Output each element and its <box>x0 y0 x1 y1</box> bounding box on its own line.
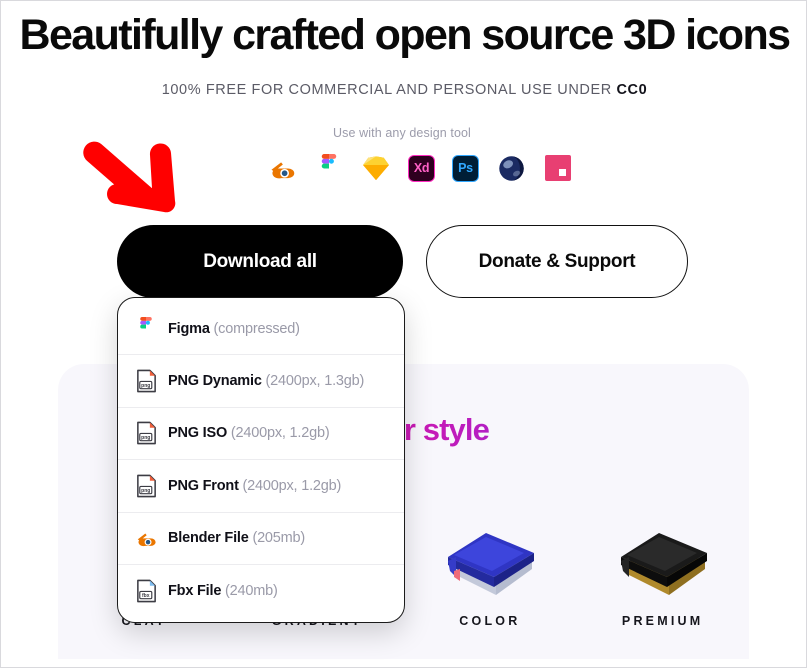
svg-text:png: png <box>141 435 150 441</box>
style-swatch-color[interactable]: COLOR <box>404 504 577 628</box>
style-label-premium: PREMIUM <box>621 614 704 628</box>
png-file-icon: png <box>135 474 157 498</box>
download-option-png-iso[interactable]: png PNG ISO (2400px, 1.2gb) <box>118 408 404 461</box>
download-option-blender-file[interactable]: Blender File (205mb) <box>118 513 404 565</box>
style-swatch-premium[interactable]: PREMIUM <box>576 504 749 628</box>
download-option-png-dynamic[interactable]: png PNG Dynamic (2400px, 1.3gb) <box>118 355 404 408</box>
download-option-label: Fbx File (240mb) <box>168 583 278 600</box>
photoshop-icon: Ps <box>452 154 479 182</box>
sketch-icon <box>361 153 391 183</box>
download-option-label: Blender File (205mb) <box>168 530 306 547</box>
black-gold-book-3d-icon <box>603 504 723 614</box>
blue-book-3d-icon <box>430 504 550 614</box>
download-option-label: PNG Front (2400px, 1.2gb) <box>168 477 342 494</box>
style-label-color: COLOR <box>459 614 521 628</box>
svg-text:fbx: fbx <box>142 593 150 599</box>
download-option-figma[interactable]: Figma (compressed) <box>118 303 404 356</box>
download-all-button[interactable]: Download all <box>117 225 403 298</box>
png-file-icon: png <box>135 369 157 393</box>
figma-icon <box>135 317 157 341</box>
design-tools-row: Xd Ps <box>267 153 573 183</box>
license-subtitle-prefix: 100% FREE FOR COMMERCIAL AND PERSONAL US… <box>161 82 617 98</box>
fbx-file-icon: fbx <box>135 579 157 603</box>
donate-support-button[interactable]: Donate & Support <box>426 225 688 298</box>
download-option-label: PNG Dynamic (2400px, 1.3gb) <box>168 373 365 390</box>
download-option-png-front[interactable]: png PNG Front (2400px, 1.2gb) <box>118 460 404 513</box>
blender-icon <box>267 153 297 183</box>
page-title: Beautifully crafted open source 3D icons <box>19 11 792 59</box>
figma-icon <box>314 153 344 183</box>
svg-text:png: png <box>141 488 150 494</box>
design-tools-caption: Use with any design tool <box>333 126 471 140</box>
cinema4d-icon <box>496 153 526 183</box>
page-root: Beautifully crafted open source 3D icons… <box>0 0 807 668</box>
png-file-icon: png <box>135 421 157 445</box>
download-option-fbx-file[interactable]: fbx Fbx File (240mb) <box>118 565 404 617</box>
download-option-label: PNG ISO (2400px, 1.2gb) <box>168 425 330 442</box>
red-arrow-annotation-icon <box>83 141 176 213</box>
license-subtitle: 100% FREE FOR COMMERCIAL AND PERSONAL US… <box>1 82 806 98</box>
download-option-label: Figma (compressed) <box>168 320 300 337</box>
blender-icon <box>135 526 157 550</box>
svg-text:png: png <box>141 383 150 389</box>
invision-icon <box>543 153 573 183</box>
adobe-xd-icon: Xd <box>408 154 435 182</box>
download-options-dropdown: Figma (compressed) png PNG Dynamic (2400… <box>117 297 405 624</box>
license-badge: CC0 <box>616 82 648 98</box>
